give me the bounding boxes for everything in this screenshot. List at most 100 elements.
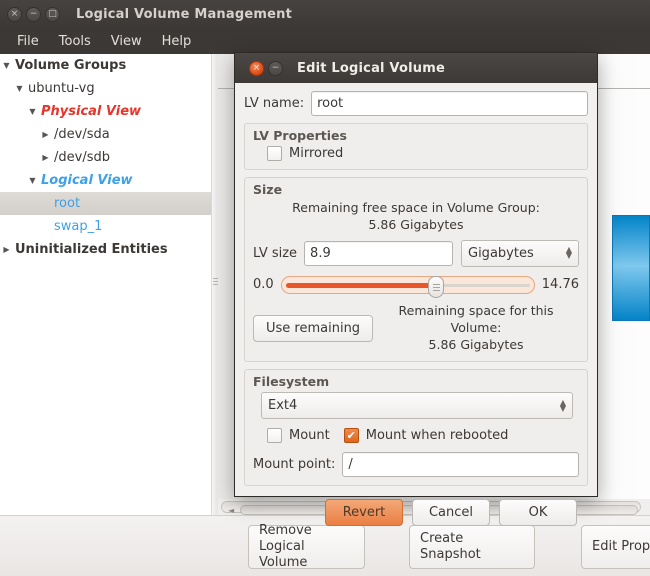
volume-block-graphic: [612, 215, 650, 321]
chevron-right-icon[interactable]: ▶: [39, 130, 52, 139]
lv-size-input[interactable]: 8.9: [304, 241, 453, 266]
lv-name-input[interactable]: root: [311, 91, 588, 116]
size-unit-value: Gigabytes: [468, 246, 534, 261]
size-title: Size: [253, 182, 579, 197]
mount-label: Mount: [289, 428, 330, 443]
dialog-close-icon[interactable]: ×: [249, 61, 264, 76]
use-remaining-row: Use remaining Remaining space for this V…: [253, 303, 579, 354]
menu-item-view[interactable]: View: [101, 32, 152, 51]
tree-item-label: /dev/sda: [52, 127, 110, 142]
lv-name-row: LV name: root: [244, 91, 588, 116]
create-snapshot-button[interactable]: Create Snapshot: [409, 525, 535, 569]
tree-item-dev-sdb[interactable]: ▶ /dev/sdb: [0, 146, 218, 169]
tree-item-ubuntu-vg[interactable]: ▼ ubuntu-vg: [0, 77, 218, 100]
filesystem-value: Ext4: [268, 398, 297, 413]
mount-point-label: Mount point:: [253, 457, 335, 472]
filesystem-select[interactable]: Ext4 ▲▼: [261, 392, 573, 419]
cancel-button[interactable]: Cancel: [412, 499, 490, 526]
tree-item-label: ubuntu-vg: [26, 81, 95, 96]
spinner-arrows-icon[interactable]: ▲▼: [566, 247, 572, 259]
remaining-volume-label: Remaining space for this Volume:: [373, 303, 579, 337]
dialog-titlebar: × − Edit Logical Volume: [235, 53, 597, 83]
tree-item-logical-view[interactable]: ▼ Logical View: [0, 169, 218, 192]
window-controls: × − □: [0, 7, 60, 22]
mount-when-rebooted-label: Mount when rebooted: [366, 428, 509, 443]
lv-name-label: LV name:: [244, 96, 304, 111]
chevron-down-icon[interactable]: ▼: [0, 61, 13, 70]
filesystem-title: Filesystem: [253, 374, 579, 389]
edit-logical-volume-dialog: × − Edit Logical Volume LV name: root LV…: [234, 52, 598, 497]
slider-fill: [286, 283, 435, 288]
window-title: Logical Volume Management: [76, 7, 292, 22]
tree-item-label: Logical View: [39, 173, 133, 188]
tree-item-label: Physical View: [39, 104, 141, 119]
mount-when-rebooted-checkbox[interactable]: ✔: [344, 428, 359, 443]
mount-point-input[interactable]: /: [342, 452, 579, 477]
menu-item-tools[interactable]: Tools: [49, 32, 101, 51]
spinner-arrows-icon[interactable]: ▲▼: [560, 400, 566, 412]
window-maximize-icon[interactable]: □: [45, 7, 60, 22]
lv-size-row: LV size 8.9 Gigabytes ▲▼: [253, 240, 579, 267]
tree-item-label: root: [52, 196, 80, 211]
lv-size-label: LV size: [253, 246, 297, 261]
dialog-window-controls: × −: [242, 61, 283, 76]
tree-item-label: Uninitialized Entities: [13, 242, 168, 257]
tree-item-physical-view[interactable]: ▼ Physical View: [0, 100, 218, 123]
edit-properties-button[interactable]: Edit Prop: [581, 525, 650, 569]
revert-button[interactable]: Revert: [325, 499, 403, 526]
lv-properties-title: LV Properties: [253, 128, 579, 143]
slider-max-label: 14.76: [542, 277, 579, 292]
window-close-icon[interactable]: ×: [7, 7, 22, 22]
tree-item-volume-groups[interactable]: ▼ Volume Groups: [0, 54, 218, 77]
ok-button[interactable]: OK: [499, 499, 577, 526]
remaining-vg-value: 5.86 Gigabytes: [253, 217, 579, 234]
tree-item-root[interactable]: root: [0, 192, 218, 215]
volume-tree[interactable]: ▼ Volume Groups ▼ ubuntu-vg ▼ Physical V…: [0, 54, 218, 515]
dialog-actions: Revert Cancel OK: [244, 489, 588, 526]
use-remaining-button[interactable]: Use remaining: [253, 315, 373, 342]
remove-label-line2: Logical Volume: [259, 539, 354, 572]
mount-checkbox[interactable]: [267, 428, 282, 443]
remaining-volume-value: 5.86 Gigabytes: [373, 337, 579, 354]
scroll-left-icon[interactable]: ◄: [228, 506, 234, 515]
size-slider-row: 0.0 14.76: [253, 276, 579, 294]
remaining-volume-block: Remaining space for this Volume: 5.86 Gi…: [373, 303, 579, 354]
size-unit-select[interactable]: Gigabytes ▲▼: [461, 240, 579, 267]
chevron-right-icon[interactable]: ▶: [39, 153, 52, 162]
dialog-title: Edit Logical Volume: [297, 61, 445, 76]
tree-item-swap-1[interactable]: swap_1: [0, 215, 218, 238]
tree-item-label: Volume Groups: [13, 58, 126, 73]
tree-item-label: swap_1: [52, 219, 102, 234]
mirrored-label: Mirrored: [289, 146, 343, 161]
tree-item-label: /dev/sdb: [52, 150, 110, 165]
pane-splitter[interactable]: [211, 54, 218, 515]
remaining-vg-label: Remaining free space in Volume Group:: [253, 200, 579, 217]
chevron-down-icon[interactable]: ▼: [26, 176, 39, 185]
mirrored-checkbox[interactable]: [267, 146, 282, 161]
mount-options-row: Mount ✔ Mount when rebooted: [253, 428, 579, 443]
menu-item-file[interactable]: File: [7, 32, 49, 51]
size-group: Size Remaining free space in Volume Grou…: [244, 177, 588, 362]
slider-handle[interactable]: [428, 276, 444, 298]
remove-logical-volume-button[interactable]: Remove Logical Volume: [248, 525, 365, 569]
filesystem-group: Filesystem Ext4 ▲▼ Mount ✔ Mount when re…: [244, 369, 588, 486]
slider-min-label: 0.0: [253, 277, 274, 292]
menu-item-help[interactable]: Help: [152, 32, 202, 51]
mirrored-row[interactable]: Mirrored: [253, 146, 579, 161]
chevron-down-icon[interactable]: ▼: [13, 84, 26, 93]
create-snapshot-label: Create Snapshot: [420, 531, 524, 564]
dialog-body: LV name: root LV Properties Mirrored Siz…: [235, 83, 597, 526]
application-window: × − □ Logical Volume Management File Too…: [0, 0, 650, 576]
chevron-down-icon[interactable]: ▼: [26, 107, 39, 116]
mount-point-row: Mount point: /: [253, 452, 579, 477]
edit-properties-label: Edit Prop: [592, 539, 650, 555]
size-slider[interactable]: [281, 276, 535, 294]
menu-bar: File Tools View Help: [0, 28, 650, 54]
tree-item-uninitialized-entities[interactable]: ▶ Uninitialized Entities: [0, 238, 218, 261]
dialog-minimize-icon[interactable]: −: [268, 61, 283, 76]
window-minimize-icon[interactable]: −: [26, 7, 41, 22]
chevron-right-icon[interactable]: ▶: [0, 245, 13, 254]
main-titlebar: × − □ Logical Volume Management: [0, 0, 650, 28]
tree-item-dev-sda[interactable]: ▶ /dev/sda: [0, 123, 218, 146]
lv-properties-group: LV Properties Mirrored: [244, 123, 588, 170]
